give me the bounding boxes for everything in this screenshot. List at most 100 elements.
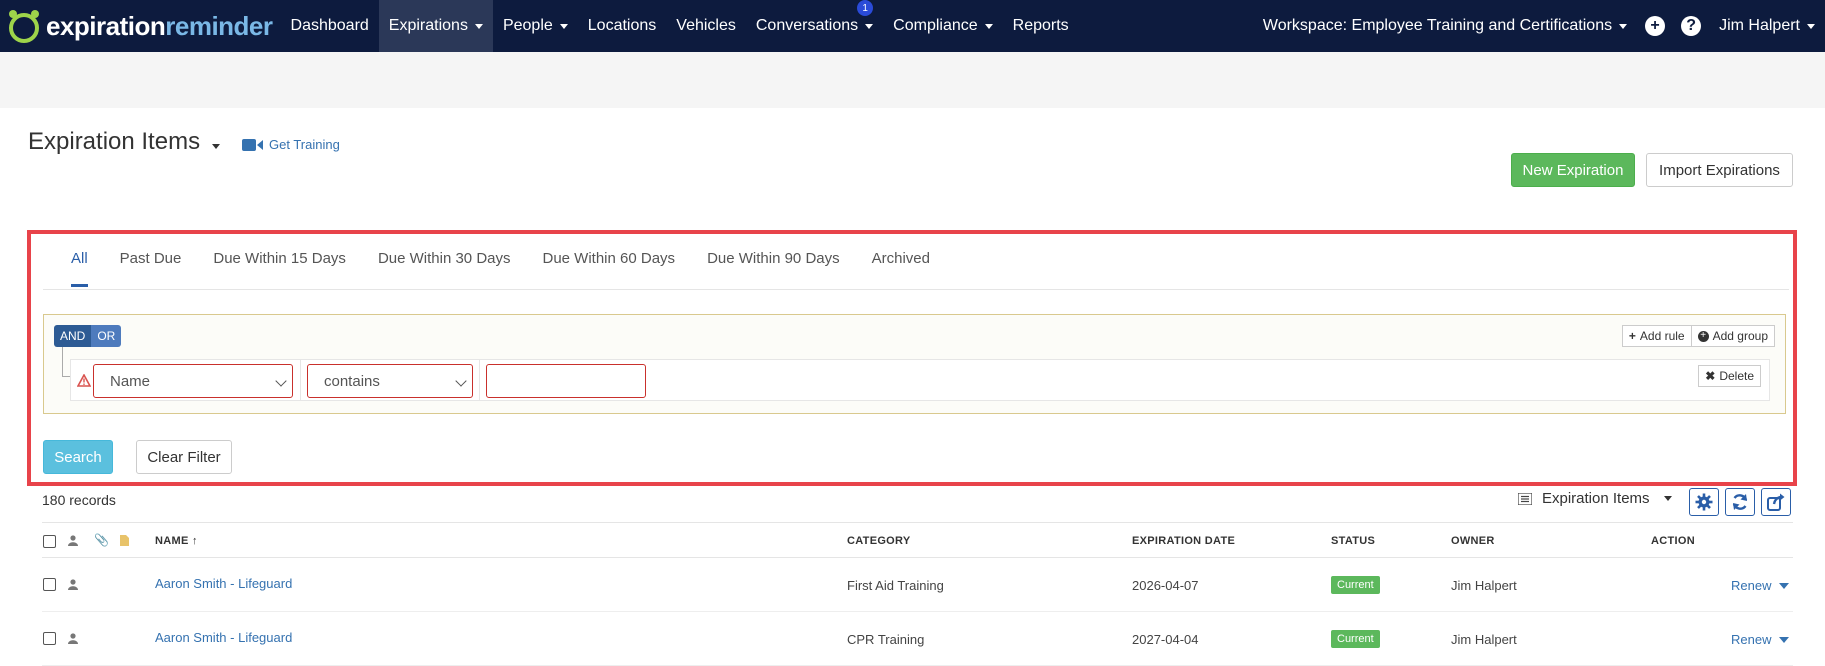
nav-conversations[interactable]: Conversations 1 xyxy=(746,0,883,52)
view-label: Expiration Items xyxy=(1542,490,1650,507)
user-name: Jim Halpert xyxy=(1719,17,1800,34)
nav-locations[interactable]: Locations xyxy=(578,0,667,52)
paperclip-icon: 📎 xyxy=(94,533,109,547)
view-selector[interactable]: Expiration Items xyxy=(1518,490,1672,507)
row-checkbox[interactable] xyxy=(43,578,56,591)
row-owner: Jim Halpert xyxy=(1451,578,1517,593)
refresh-icon xyxy=(1732,494,1748,510)
brand-part1: expiration xyxy=(46,10,166,41)
new-expiration-button[interactable]: New Expiration xyxy=(1511,153,1635,187)
filter-tabs: All Past Due Due Within 15 Days Due With… xyxy=(55,234,946,289)
rule-value-input[interactable] xyxy=(486,364,646,398)
nav-label: Compliance xyxy=(893,17,978,34)
caret-down-icon xyxy=(474,23,483,29)
tab-due-15[interactable]: Due Within 15 Days xyxy=(197,234,362,285)
brand-logo[interactable]: expirationreminder xyxy=(0,0,273,52)
add-rule-button[interactable]: + Add rule xyxy=(1621,325,1692,347)
workspace-selector[interactable]: Workspace: Employee Training and Certifi… xyxy=(1253,0,1637,52)
column-name-label: NAME xyxy=(155,535,189,547)
clear-filter-button[interactable]: Clear Filter xyxy=(136,440,232,474)
rule-field-select[interactable]: Name xyxy=(93,364,293,398)
add-group-button[interactable]: + Add group xyxy=(1691,325,1775,347)
tab-all[interactable]: All xyxy=(55,234,104,287)
video-camera-icon xyxy=(242,138,263,151)
person-icon xyxy=(68,633,78,644)
caret-down-icon xyxy=(1619,23,1628,29)
person-icon xyxy=(68,535,78,546)
caret-down-icon xyxy=(865,23,874,29)
caret-down-icon xyxy=(1663,496,1672,501)
or-button[interactable]: OR xyxy=(91,325,122,347)
subheader-bar xyxy=(0,52,1825,108)
sort-asc-icon: ↑ xyxy=(191,535,198,547)
nav-vehicles[interactable]: Vehicles xyxy=(666,0,746,52)
import-expirations-button[interactable]: Import Expirations xyxy=(1646,153,1793,187)
nav-label: Vehicles xyxy=(676,17,736,34)
renew-label: Renew xyxy=(1731,632,1772,647)
tab-past-due[interactable]: Past Due xyxy=(104,234,198,285)
nav-dashboard[interactable]: Dashboard xyxy=(281,0,379,52)
tab-archived[interactable]: Archived xyxy=(856,234,946,285)
nav-label: Expirations xyxy=(388,17,468,34)
refresh-button[interactable] xyxy=(1725,488,1755,516)
column-category[interactable]: CATEGORY xyxy=(847,535,911,547)
renew-dropdown[interactable]: Renew xyxy=(1731,632,1790,647)
row-name-link[interactable]: Aaron Smith - Lifeguard xyxy=(155,576,292,591)
row-expiration-date: 2026-04-07 xyxy=(1132,578,1199,593)
column-expiration-date[interactable]: EXPIRATION DATE xyxy=(1132,535,1235,547)
and-button[interactable]: AND xyxy=(54,325,92,347)
select-all-checkbox[interactable] xyxy=(43,535,56,548)
column-status[interactable]: STATUS xyxy=(1331,535,1375,547)
get-training-label: Get Training xyxy=(269,137,340,152)
page-title[interactable]: Expiration Items xyxy=(28,128,221,156)
tab-due-90[interactable]: Due Within 90 Days xyxy=(691,234,856,285)
export-button[interactable] xyxy=(1761,488,1791,516)
nav-label: Dashboard xyxy=(290,17,369,34)
nav-people[interactable]: People xyxy=(493,0,578,52)
chevron-down-icon xyxy=(455,375,467,387)
delete-rule-button[interactable]: ✖ Delete xyxy=(1698,365,1761,387)
column-name[interactable]: NAME ↑ xyxy=(155,535,198,547)
top-navbar: expirationreminder Dashboard Expirations… xyxy=(0,0,1825,52)
caret-down-icon xyxy=(1779,636,1790,643)
query-builder: AND OR + Add rule + Add group Name conta… xyxy=(43,314,1786,414)
delete-label: Delete xyxy=(1719,369,1754,383)
caret-down-icon xyxy=(984,23,993,29)
nav-reports[interactable]: Reports xyxy=(1003,0,1079,52)
search-button[interactable]: Search xyxy=(43,440,113,474)
add-group-label: Add group xyxy=(1712,329,1768,343)
query-rule: Name contains ✖ Delete xyxy=(70,359,1770,401)
column-action: ACTION xyxy=(1651,535,1695,547)
chevron-down-icon xyxy=(275,375,287,387)
gear-icon xyxy=(1695,493,1713,511)
rule-separator xyxy=(479,360,480,400)
brand-name: expirationreminder xyxy=(46,11,273,42)
plus-circle-icon[interactable]: + xyxy=(1645,16,1666,36)
settings-button[interactable] xyxy=(1689,488,1719,516)
share-icon xyxy=(1767,493,1785,511)
row-category: CPR Training xyxy=(847,632,925,647)
tab-due-30[interactable]: Due Within 30 Days xyxy=(362,234,527,285)
tabs-divider xyxy=(43,289,1789,290)
nav-compliance[interactable]: Compliance xyxy=(883,0,1002,52)
caret-down-icon xyxy=(1779,582,1790,589)
question-circle-icon[interactable]: ? xyxy=(1681,16,1702,36)
tab-due-60[interactable]: Due Within 60 Days xyxy=(527,234,692,285)
rule-operator-value: contains xyxy=(324,372,380,390)
row-checkbox[interactable] xyxy=(43,632,56,645)
row-category: First Aid Training xyxy=(847,578,944,593)
row-owner: Jim Halpert xyxy=(1451,632,1517,647)
table-row: Aaron Smith - Lifeguard First Aid Traini… xyxy=(42,558,1793,612)
status-badge: Current xyxy=(1331,576,1380,594)
row-name-link[interactable]: Aaron Smith - Lifeguard xyxy=(155,630,292,645)
column-owner[interactable]: OWNER xyxy=(1451,535,1495,547)
rule-operator-select[interactable]: contains xyxy=(307,364,473,398)
filter-panel: All Past Due Due Within 15 Days Due With… xyxy=(27,230,1797,486)
nav-expirations[interactable]: Expirations xyxy=(378,0,493,52)
get-training-link[interactable]: Get Training xyxy=(242,137,340,152)
and-or-toggle: AND OR xyxy=(54,325,122,347)
renew-dropdown[interactable]: Renew xyxy=(1731,578,1790,593)
nav-label: Locations xyxy=(587,17,657,34)
notification-badge: 1 xyxy=(857,0,874,16)
user-menu[interactable]: Jim Halpert xyxy=(1709,0,1825,52)
